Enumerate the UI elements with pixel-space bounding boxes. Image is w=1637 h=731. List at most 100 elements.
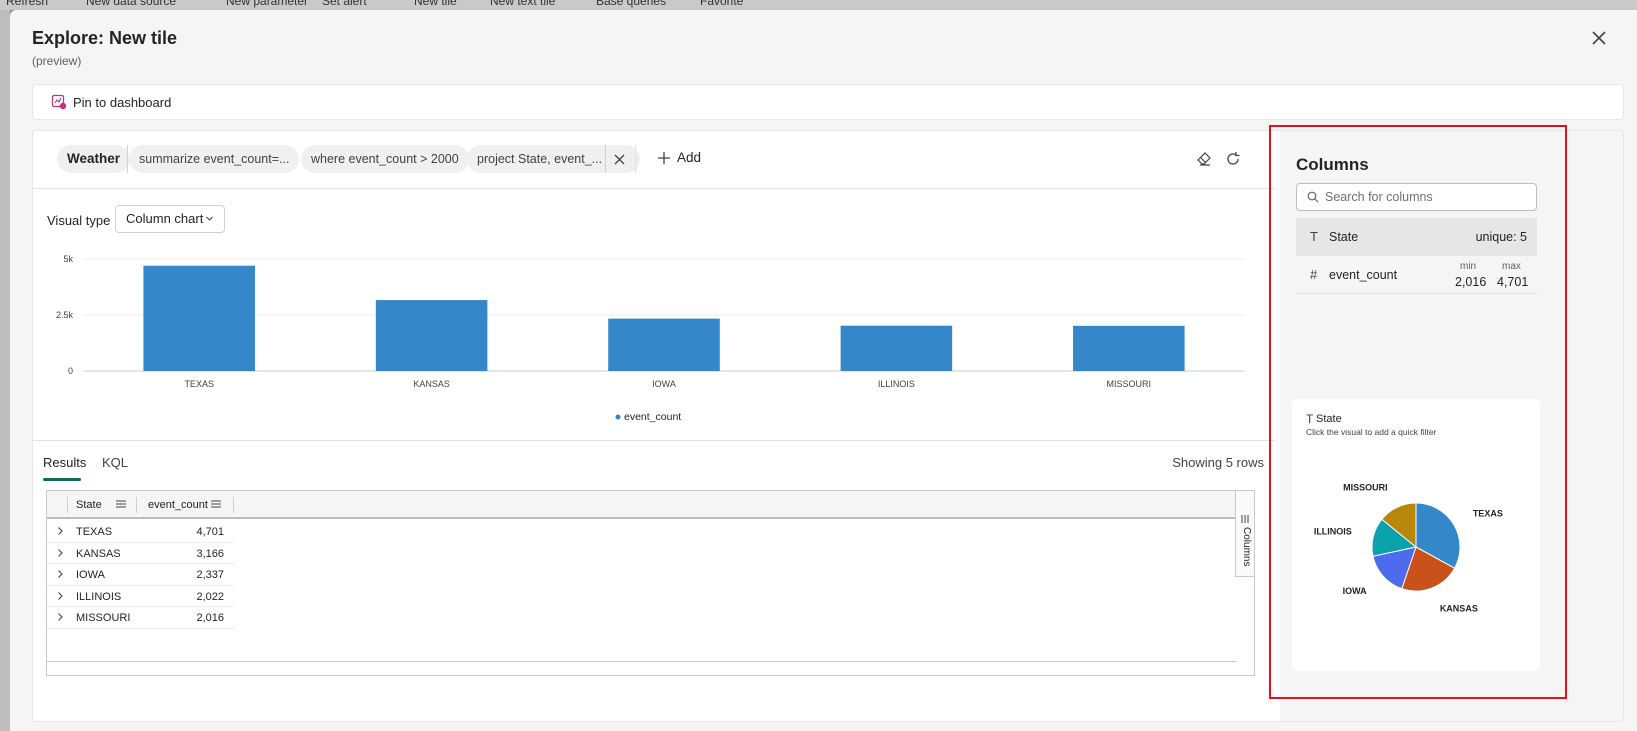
legend-label: event_count	[624, 411, 681, 423]
refresh-icon[interactable]	[1225, 151, 1241, 167]
column-divider	[233, 497, 234, 513]
x-tick-label: IOWA	[652, 379, 676, 389]
table-row[interactable]: IOWA 2,337	[47, 564, 234, 586]
x-tick-label: KANSAS	[413, 379, 450, 389]
pie-label: KANSAS	[1440, 604, 1478, 614]
bg-new-text-tile: New text tile	[490, 0, 556, 8]
grid-columns-sidebar-toggle[interactable]: Columns	[1235, 491, 1254, 577]
query-step-where[interactable]: where event_count > 2000	[301, 145, 469, 173]
pie-label: IOWA	[1343, 586, 1367, 596]
column-search-input[interactable]	[1325, 188, 1525, 206]
grid-columns-label: Columns	[1241, 527, 1252, 567]
column-header-event-count[interactable]: event_count	[148, 499, 208, 511]
number-type-icon: #	[1310, 267, 1318, 282]
column-chart[interactable]: 0 2.5k 5k TEXAS KANSAS IOWA ILLINOIS MISSOURI ev…	[33, 241, 1275, 436]
columns-panel: Columns T State unique: 5 # event_count …	[1280, 131, 1623, 721]
text-type-icon: T	[1310, 229, 1318, 244]
bar[interactable]	[143, 265, 255, 371]
table-row[interactable]: ILLINOIS 2,022	[47, 586, 234, 607]
pill-divider	[635, 145, 636, 173]
y-tick-label: 0	[68, 366, 73, 376]
cell-event-count: 2,337	[196, 569, 224, 581]
column-min-label: min	[1460, 261, 1477, 272]
bg-new-parameter: New parameter	[226, 0, 309, 8]
explore-main-card: Weather summarize event_count=... where …	[32, 130, 1624, 722]
cell-event-count: 2,022	[196, 590, 224, 603]
pill-divider	[605, 145, 606, 173]
bar[interactable]	[840, 325, 953, 371]
visual-type-value: Column chart	[126, 211, 204, 226]
eraser-icon[interactable]	[1196, 151, 1212, 167]
plus-icon	[658, 151, 670, 164]
column-max-label: max	[1502, 261, 1521, 272]
state-pie-chart[interactable]: TEXAS KANSAS IOWA ILLINOIS MISSOURI	[1292, 459, 1540, 619]
chevron-right-icon[interactable]	[55, 612, 65, 622]
results-panel: Results KQL Showing 5 rows State event_c…	[33, 440, 1275, 721]
quick-filter-card[interactable]: T State Click the visual to add a quick …	[1292, 399, 1540, 671]
chevron-right-icon[interactable]	[55, 591, 65, 601]
chevron-right-icon[interactable]	[55, 526, 65, 536]
quick-filter-hint: Click the visual to add a quick filter	[1306, 427, 1437, 437]
pill-divider	[127, 145, 128, 173]
chevron-down-icon	[206, 216, 213, 221]
table-row[interactable]: KANSAS 3,166	[47, 543, 234, 564]
columns-icon	[1241, 515, 1249, 523]
bar[interactable]	[1073, 325, 1185, 371]
query-bar: Weather summarize event_count=... where …	[33, 131, 1275, 189]
column-item-state[interactable]: T State unique: 5	[1296, 218, 1537, 256]
x-tick-label: MISSOURI	[1107, 379, 1152, 389]
column-divider	[67, 497, 68, 513]
y-tick-label: 2.5k	[56, 310, 74, 320]
bg-new-data-source: New data source	[86, 0, 177, 8]
column-item-event-count[interactable]: # event_count min max 2,016 4,701	[1296, 256, 1537, 294]
bar[interactable]	[608, 318, 720, 371]
grid-footer	[47, 661, 1237, 675]
background-toolbar: Refresh New data source New parameter Se…	[0, 0, 1637, 10]
chevron-right-icon[interactable]	[55, 569, 65, 579]
bar[interactable]	[375, 300, 488, 371]
bg-refresh: Refresh	[6, 0, 49, 8]
column-min-value: 2,016	[1455, 275, 1487, 289]
row-count: Showing 5 rows	[1172, 455, 1264, 470]
column-menu-icon[interactable]	[211, 499, 221, 509]
tab-results[interactable]: Results	[43, 455, 86, 470]
column-unique-count: unique: 5	[1475, 230, 1527, 244]
legend-marker	[615, 414, 621, 420]
search-icon	[1307, 191, 1319, 203]
cell-state: KANSAS	[76, 547, 121, 560]
column-divider	[136, 497, 137, 513]
remove-step-icon[interactable]	[614, 154, 625, 165]
cell-state: TEXAS	[76, 526, 113, 538]
add-step-button[interactable]: Add	[657, 150, 701, 165]
table-row[interactable]: MISSOURI 2,016	[47, 607, 234, 629]
tab-kql[interactable]: KQL	[102, 455, 128, 470]
cell-event-count: 4,701	[196, 526, 224, 538]
quick-filter-title: State	[1316, 413, 1342, 425]
column-header-state[interactable]: State	[76, 499, 102, 511]
explore-dialog: Explore: New tile (preview) Pin to dashb…	[10, 10, 1637, 731]
pie-label: MISSOURI	[1343, 482, 1388, 492]
query-step-summarize[interactable]: summarize event_count=...	[129, 145, 300, 173]
pin-to-dashboard-button[interactable]: Pin to dashboard	[51, 94, 171, 110]
columns-panel-title: Columns	[1296, 155, 1369, 174]
chevron-right-icon[interactable]	[55, 548, 65, 558]
cell-state: MISSOURI	[76, 612, 131, 624]
dialog-title: Explore: New tile	[32, 28, 178, 48]
cell-event-count: 3,166	[196, 547, 224, 560]
table-row[interactable]: TEXAS 4,701	[47, 521, 234, 543]
column-max-value: 4,701	[1497, 275, 1529, 289]
pin-to-dashboard-label: Pin to dashboard	[73, 94, 172, 110]
pie-label: ILLINOIS	[1314, 527, 1352, 537]
bg-base-queries: Base queries	[596, 0, 667, 8]
background-sidebar	[0, 10, 10, 731]
visual-type-dropdown[interactable]: Column chart	[115, 205, 225, 233]
close-icon[interactable]	[1589, 28, 1609, 48]
query-source-pill[interactable]: Weather	[57, 145, 131, 173]
x-tick-label: ILLINOIS	[878, 379, 915, 389]
column-search	[1296, 183, 1537, 211]
visual-type-label: Visual type	[47, 213, 111, 228]
dialog-toolbar: Pin to dashboard	[32, 84, 1624, 120]
column-menu-icon[interactable]	[116, 499, 126, 509]
results-grid: State event_count TEXAS 4,701 KANSAS 3,1…	[46, 490, 1255, 676]
text-type-icon: T	[1306, 412, 1314, 426]
